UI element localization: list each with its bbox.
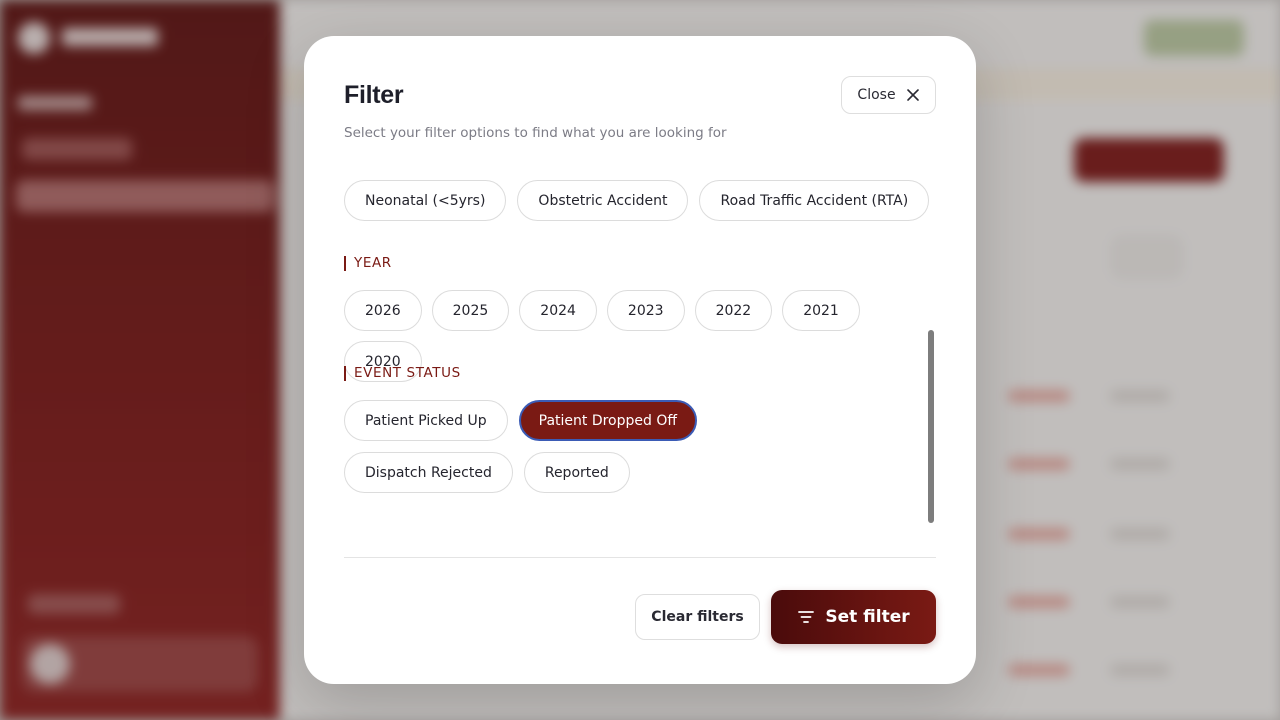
modal-subtitle: Select your filter options to find what … (344, 125, 727, 141)
event-status-chip[interactable]: Reported (523, 452, 630, 493)
close-icon (906, 89, 919, 101)
clear-filters-button[interactable]: Clear filters (635, 594, 760, 640)
footer-divider (344, 557, 936, 558)
scrollbar-thumb[interactable] (928, 330, 934, 523)
year-section-label: YEAR (344, 256, 392, 271)
filter-modal: Filter Select your filter options to fin… (304, 36, 976, 684)
set-filter-button[interactable]: Set filter (771, 590, 936, 644)
year-chip[interactable]: 2026 (344, 290, 422, 331)
set-filter-label: Set filter (825, 607, 910, 627)
year-chip[interactable]: 2021 (782, 290, 860, 331)
close-button-label: Close (857, 87, 896, 103)
year-chip[interactable]: 2025 (431, 290, 510, 331)
filter-lines-icon (798, 611, 815, 623)
year-chip[interactable]: 2023 (606, 290, 685, 331)
event-status-chip[interactable]: Patient Picked Up (344, 400, 508, 441)
category-chip[interactable]: Obstetric Accident (517, 180, 689, 221)
scrollbar[interactable] (928, 330, 934, 523)
event-status-chip-row: Patient Picked Up Patient Dropped Off Di… (344, 400, 864, 493)
event-status-section-label: EVENT STATUS (344, 366, 461, 381)
year-chip[interactable]: 2022 (694, 290, 773, 331)
year-chip[interactable]: 2024 (519, 290, 597, 331)
event-status-chip-selected[interactable]: Patient Dropped Off (518, 400, 698, 441)
close-button[interactable]: Close (841, 76, 936, 114)
category-chip-row: Neonatal (<5yrs) Obstetric Accident Road… (344, 180, 930, 221)
category-chip[interactable]: Neonatal (<5yrs) (344, 180, 507, 221)
filter-options-scroll[interactable]: Neonatal (<5yrs) Obstetric Accident Road… (344, 176, 944, 556)
category-chip[interactable]: Road Traffic Accident (RTA) (699, 180, 930, 221)
event-status-chip[interactable]: Dispatch Rejected (344, 452, 513, 493)
modal-title: Filter (344, 81, 404, 109)
